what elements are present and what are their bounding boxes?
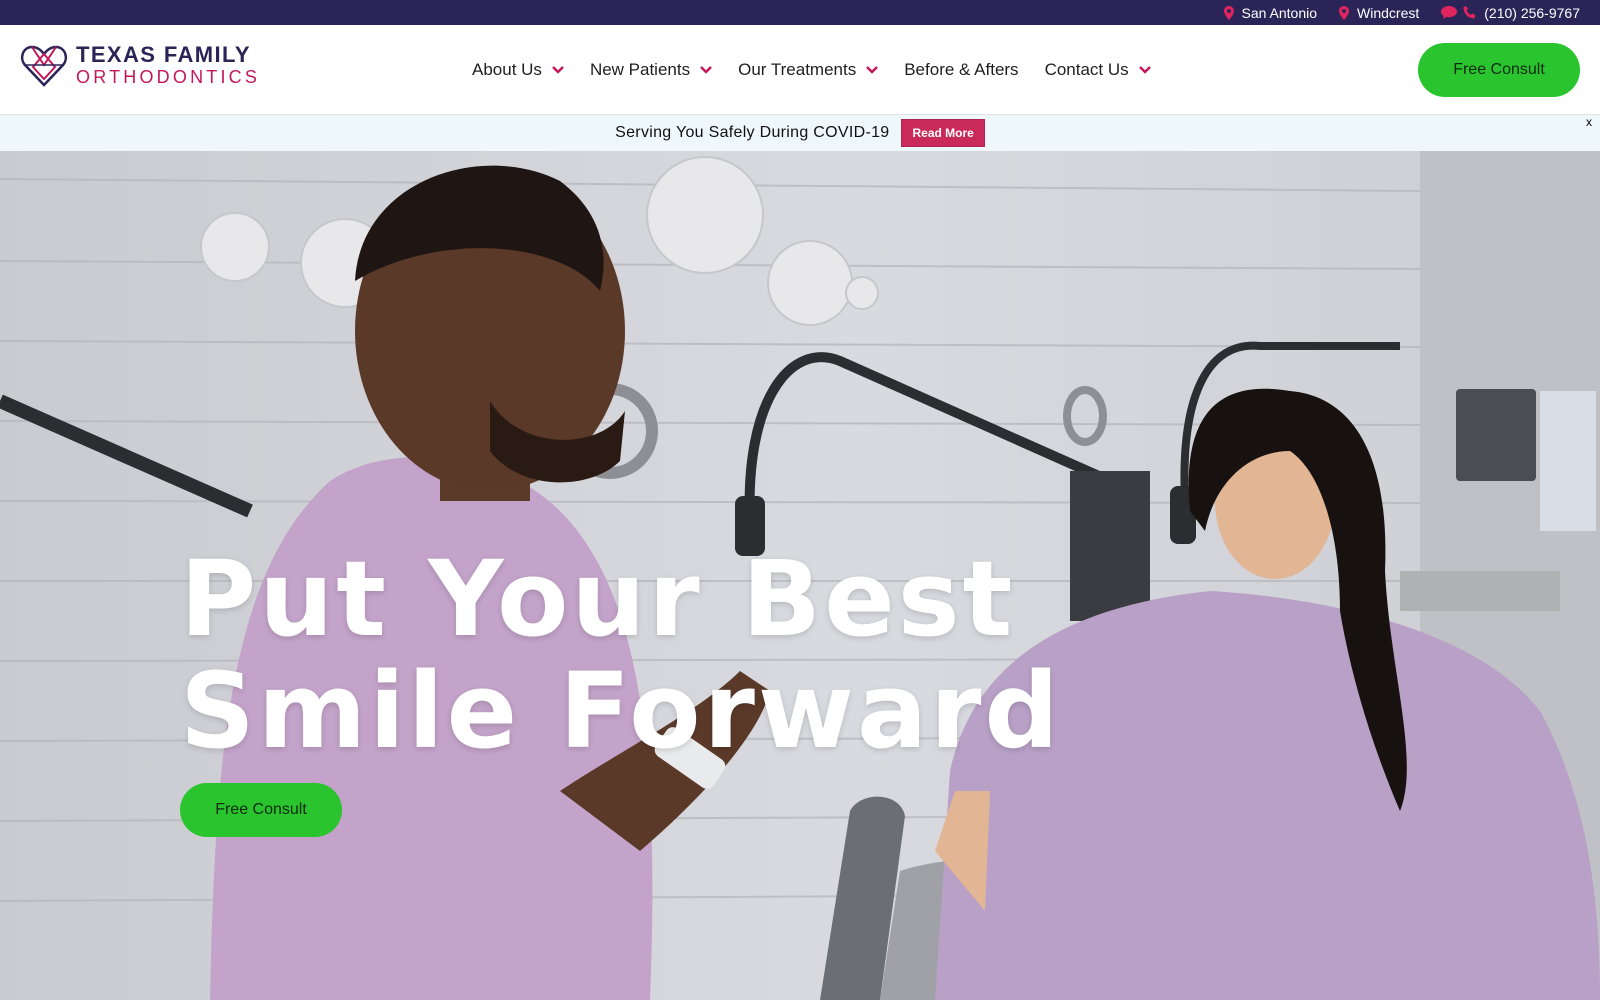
logo-heart-icon (20, 45, 68, 87)
nav-label: Our Treatments (738, 60, 857, 79)
chevron-down-icon (1138, 66, 1151, 74)
location-label: Windcrest (1357, 4, 1420, 21)
hero-heading-line2: Smile Forward (180, 650, 1062, 772)
phone-link[interactable]: (210) 256-9767 (1441, 5, 1580, 21)
nav-item-our-treatments[interactable]: Our Treatments (738, 60, 879, 80)
logo-subtitle: ORTHODONTICS (76, 67, 261, 87)
logo-title: TEXAS FAMILY (76, 42, 251, 67)
chevron-down-icon (700, 66, 712, 74)
nav-item-before-afters[interactable]: Before & Afters (904, 60, 1018, 80)
nav-label: Before & Afters (904, 60, 1019, 79)
hero-heading-line1: Put Your Best (180, 538, 1016, 660)
map-pin-icon (1339, 5, 1350, 20)
banner-close-button[interactable]: x (1586, 115, 1592, 129)
nav-label: New Patients (589, 60, 691, 79)
location-label: San Antonio (1241, 4, 1318, 21)
phone-number: (210) 256-9767 (1484, 4, 1580, 21)
free-consult-button[interactable]: Free Consult (1418, 43, 1580, 97)
nav-label: About Us (472, 60, 542, 79)
nav-item-new-patients[interactable]: New Patients (590, 60, 712, 80)
nav-item-contact-us[interactable]: Contact Us (1045, 60, 1151, 80)
location-san-antonio[interactable]: San Antonio (1223, 4, 1318, 21)
phone-icon (1463, 6, 1476, 19)
hero-section: Put Your Best Smile Forward Free Consult (0, 151, 1600, 1000)
map-pin-icon (1223, 5, 1234, 20)
nav-label: Contact Us (1044, 60, 1129, 79)
covid-banner: Serving You Safely During COVID-19 Read … (0, 115, 1600, 151)
top-utility-bar: San Antonio Windcrest (210) 256-9767 (0, 0, 1600, 25)
location-windcrest[interactable]: Windcrest (1339, 5, 1419, 21)
chevron-down-icon (866, 66, 879, 74)
site-header: TEXAS FAMILY ORTHODONTICS About Us New P… (0, 25, 1600, 115)
hero-heading: Put Your Best Smile Forward (180, 543, 1062, 767)
chat-icon[interactable] (1441, 6, 1458, 19)
chevron-down-icon (552, 66, 564, 74)
main-nav: About Us New Patients Our Treatments Bef… (472, 25, 1151, 115)
banner-text: Serving You Safely During COVID-19 (615, 124, 890, 141)
hero-free-consult-button[interactable]: Free Consult (180, 783, 342, 837)
read-more-button[interactable]: Read More (901, 119, 985, 147)
site-logo[interactable]: TEXAS FAMILY ORTHODONTICS (20, 41, 260, 89)
nav-item-about-us[interactable]: About Us (472, 60, 564, 80)
